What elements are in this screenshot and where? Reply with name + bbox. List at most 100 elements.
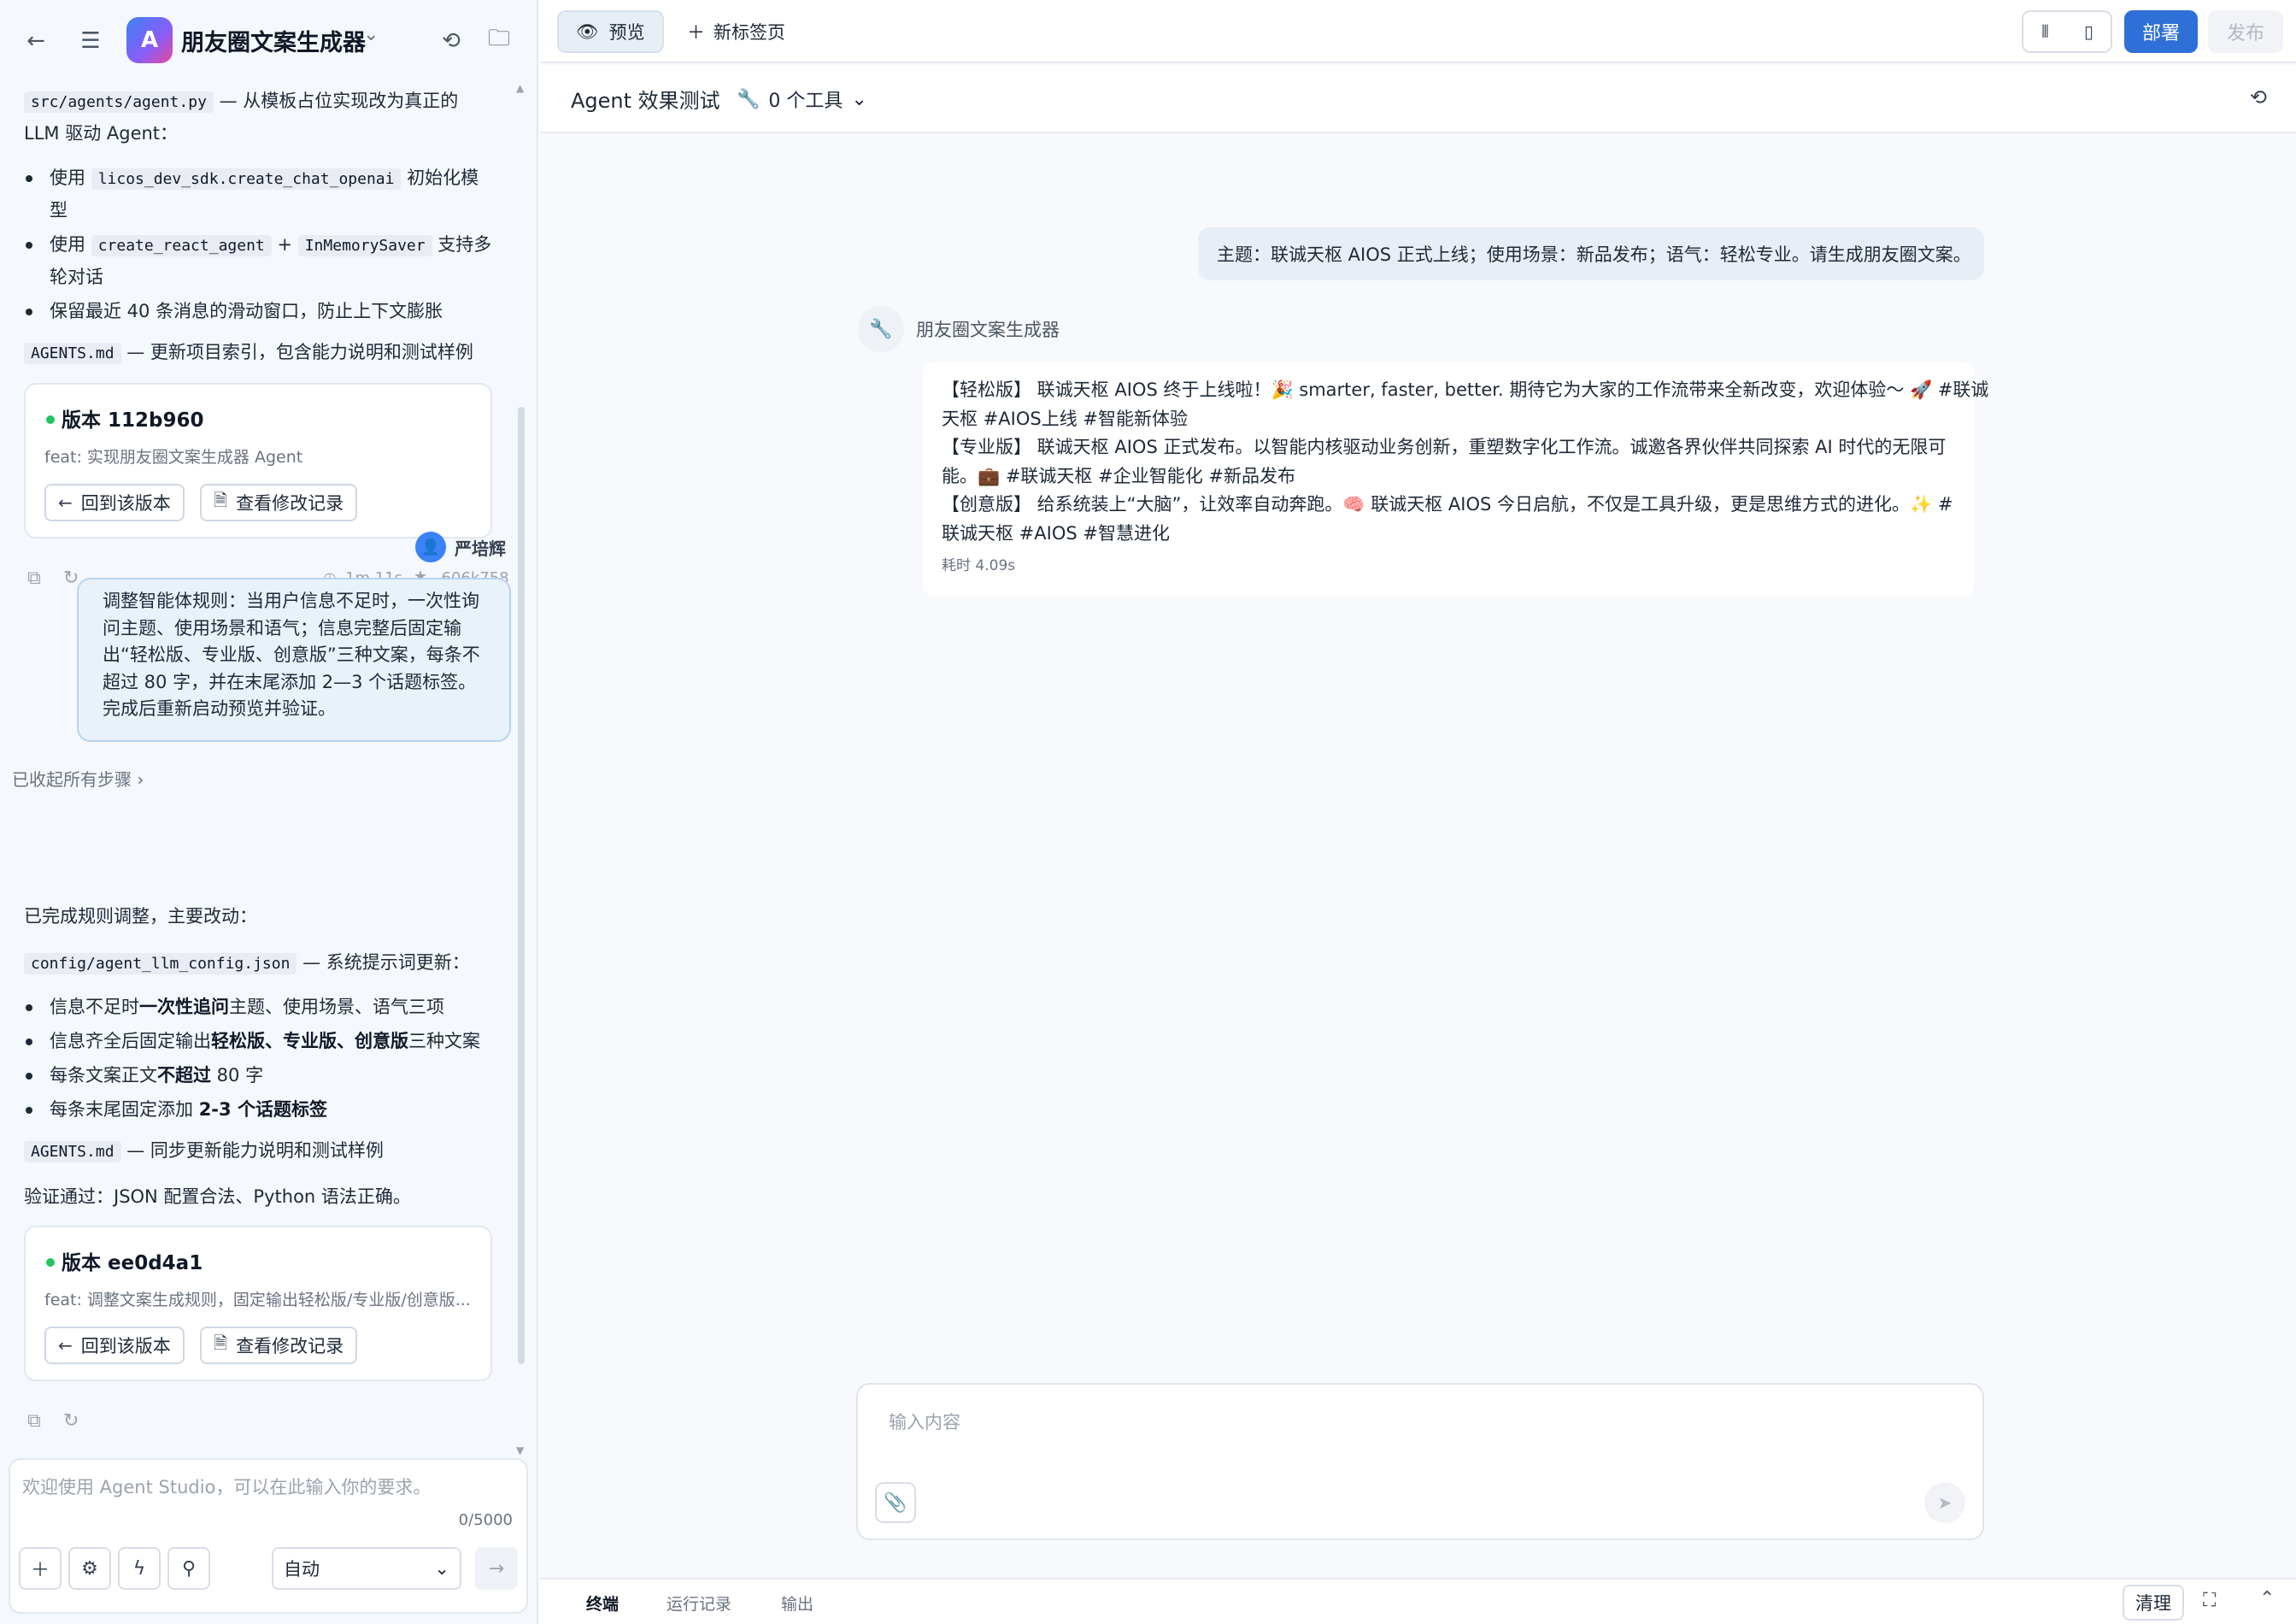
deploy-button[interactable]: 部署: [2124, 10, 2198, 53]
history-icon[interactable]: ⟲: [2250, 85, 2267, 109]
scroll-up-icon[interactable]: ▲: [516, 82, 524, 94]
collapse-steps-toggle[interactable]: 已收起所有步骤 ›: [12, 766, 144, 791]
status-dot: [46, 1258, 55, 1267]
answer-line: 【专业版】 联诚天枢 AIOS 正式发布。以智能内核驱动业务创新，重塑数字化工作…: [942, 437, 1947, 457]
document-icon: 🗎: [214, 1333, 228, 1353]
app-title[interactable]: 朋友圈文案生成器: [181, 24, 366, 57]
attachment-icon[interactable]: 📎: [875, 1482, 916, 1523]
code-snippet: src/agents/agent.py: [24, 91, 214, 113]
version-title: 版本 ee0d4a1: [62, 1252, 203, 1274]
plug-icon[interactable]: ⚲: [167, 1547, 210, 1590]
arrow-left-icon: ←: [58, 1335, 73, 1356]
plus-icon: ＋: [687, 22, 705, 43]
plus-icon[interactable]: ＋: [19, 1547, 62, 1590]
gear-icon[interactable]: ⚙: [68, 1547, 111, 1590]
text-line: 轮对话: [50, 267, 103, 287]
preview-panel: 👁 预览 ＋新标签页 ⫴ ▯ 部署 发布 Agent 效果测试 🔧 0 个工具 ⌄ ⟲…: [540, 0, 2296, 1624]
arrow-left-icon: ←: [58, 492, 73, 513]
menu-icon[interactable]: ☰: [73, 24, 108, 58]
refresh-icon[interactable]: ↻: [63, 1410, 79, 1432]
publish-button[interactable]: 发布: [2208, 10, 2283, 53]
list-item: 每条文案正文不超过 80 字: [26, 1060, 263, 1091]
answer-line: 【创意版】 给系统装上“大脑”，让效率自动奔跑。🧠 联诚天枢 AIOS 今日启航…: [942, 494, 1953, 515]
status-dot: [46, 415, 55, 424]
text-line: AGENTS.md — 更新项目索引，包含能力说明和测试样例: [24, 337, 473, 369]
user-header: 👤 严培辉: [415, 532, 506, 562]
chevron-up-icon[interactable]: ⌃: [2259, 1588, 2275, 1609]
prompt-composer[interactable]: 欢迎使用 Agent Studio，可以在此输入你的要求。 0/5000 ＋ ⚙…: [9, 1458, 528, 1614]
tab-run-history[interactable]: 运行记录: [666, 1592, 731, 1615]
version-description: feat: 实现朋友圈文案生成器 Agent: [44, 448, 303, 467]
text-line: LLM 驱动 Agent：: [24, 123, 179, 144]
version-title: 版本 112b960: [62, 409, 204, 432]
test-toolbar: Agent 效果测试 🔧 0 个工具 ⌄ ⟲: [540, 65, 2296, 133]
version-description: feat: 调整文案生成规则，固定输出轻松版/专业版/创意版...: [44, 1291, 471, 1309]
agent-studio-panel: ← ☰ A 朋友圈文案生成器 ⌄ ⟲ 🗀 src/agents/agent.py…: [0, 0, 538, 1624]
view-toggle-group: ⫴ ▯: [2022, 10, 2112, 53]
history-icon[interactable]: ⟲: [434, 24, 468, 58]
split-view-icon[interactable]: ⫴: [2023, 12, 2067, 51]
fullscreen-icon[interactable]: ⛶: [2203, 1590, 2216, 1611]
answer-line: 【轻松版】 联诚天枢 AIOS 终于上线啦！🎉 smarter, faster,…: [942, 380, 1989, 400]
revert-version-button[interactable]: ← 回到该版本: [44, 1327, 185, 1364]
user-name: 严培辉: [455, 538, 506, 559]
eye-icon: 👁: [576, 21, 599, 42]
view-history-button[interactable]: 🗎 查看修改记录: [200, 1327, 358, 1364]
version-card: 版本 ee0d4a1 feat: 调整文案生成规则，固定输出轻松版/专业版/创意…: [24, 1226, 492, 1381]
arrow-right-icon: →: [488, 1557, 505, 1580]
new-tab-button[interactable]: ＋新标签页: [677, 10, 796, 53]
scroll-down-icon[interactable]: ▼: [516, 1445, 524, 1456]
text-line: src/agents/agent.py — 从模板占位实现改为真正的: [24, 85, 458, 118]
tab-preview[interactable]: 👁 预览: [557, 10, 664, 53]
refresh-icon[interactable]: ↻: [63, 568, 79, 589]
chevron-right-icon: ›: [137, 769, 144, 790]
mobile-view-icon[interactable]: ▯: [2067, 12, 2111, 51]
list-item: 信息不足时一次性追问主题、使用场景、语气三项: [26, 991, 444, 1022]
wrench-icon: 🔧: [737, 88, 760, 110]
answer-line: 联诚天枢 #AIOS #智慧进化: [942, 522, 1170, 544]
mode-select[interactable]: 自动 ⌄: [272, 1547, 461, 1590]
folder-icon[interactable]: 🗀: [482, 24, 516, 58]
panel-header: ← ☰ A 朋友圈文案生成器 ⌄ ⟲ 🗀: [0, 0, 538, 82]
list-item: 使用 create_react_agent + InMemorySaver 支持…: [26, 229, 491, 262]
prompt-input[interactable]: 欢迎使用 Agent Studio，可以在此输入你的要求。: [22, 1474, 431, 1499]
tab-output[interactable]: 输出: [781, 1592, 813, 1615]
lightning-icon[interactable]: ϟ: [118, 1547, 161, 1590]
clear-button[interactable]: 清理: [2123, 1585, 2184, 1621]
tab-terminal[interactable]: 终端: [586, 1592, 619, 1615]
tab-bar: 👁 预览 ＋新标签页 ⫴ ▯ 部署 发布: [540, 0, 2296, 63]
send-icon[interactable]: ➤: [1924, 1482, 1965, 1523]
answer-line: 能。💼 #联诚天枢 #企业智能化 #新品发布: [942, 465, 1295, 486]
bottom-panel-bar: 终端 运行记录 输出 清理 ⛶ ⌃: [540, 1578, 2296, 1624]
chevron-down-icon[interactable]: ⌄: [363, 24, 379, 45]
revert-version-button[interactable]: ← 回到该版本: [44, 484, 185, 521]
text-line: 验证通过：JSON 配置合法、Python 语法正确。: [24, 1186, 411, 1207]
list-item: 信息齐全后固定输出轻松版、专业版、创意版三种文案: [26, 1026, 480, 1056]
copy-icon[interactable]: ⧉: [27, 1410, 41, 1432]
bot-answer: 【轻松版】 联诚天枢 AIOS 终于上线啦！🎉 smarter, faster,…: [923, 362, 1989, 597]
app-logo: A: [126, 17, 173, 63]
view-history-button[interactable]: 🗎 查看修改记录: [200, 484, 358, 521]
tools-dropdown[interactable]: 🔧 0 个工具 ⌄: [737, 85, 867, 113]
back-arrow-icon[interactable]: ←: [19, 24, 53, 58]
user-message: 调整智能体规则：当用户信息不足时，一次性询问主题、使用场景和语气；信息完整后固定…: [77, 578, 511, 742]
send-button[interactable]: →: [475, 1547, 518, 1590]
copy-icon[interactable]: ⧉: [27, 568, 41, 589]
avatar: 👤: [415, 532, 446, 562]
list-item: 使用 licos_dev_sdk.create_chat_openai 初始化模: [26, 162, 479, 195]
text-line: 已完成规则调整，主要改动：: [24, 906, 257, 927]
text-line: config/agent_llm_config.json — 系统提示词更新：: [24, 947, 470, 980]
scrollbar[interactable]: [518, 407, 525, 1364]
version-card: 版本 112b960 feat: 实现朋友圈文案生成器 Agent ← 回到该版本…: [24, 383, 492, 538]
elapsed-time: 耗时 4.09s: [942, 557, 1016, 574]
test-input-box[interactable]: 输入内容 📎 ➤: [856, 1383, 1984, 1540]
bot-avatar-icon: 🔧: [858, 306, 904, 352]
answer-line: 天枢 #AIOS上线 #智能新体验: [942, 408, 1188, 429]
document-icon: 🗎: [214, 490, 228, 510]
bot-name: 朋友圈文案生成器: [916, 320, 1060, 340]
list-item: 每条末尾固定添加 2-3 个话题标签: [26, 1094, 327, 1125]
message-meta: ⧉ ↻: [24, 1407, 506, 1436]
text-line: 型: [50, 200, 68, 221]
text-line: AGENTS.md — 同步更新能力说明和测试样例: [24, 1135, 384, 1168]
test-input[interactable]: 输入内容: [889, 1409, 960, 1434]
